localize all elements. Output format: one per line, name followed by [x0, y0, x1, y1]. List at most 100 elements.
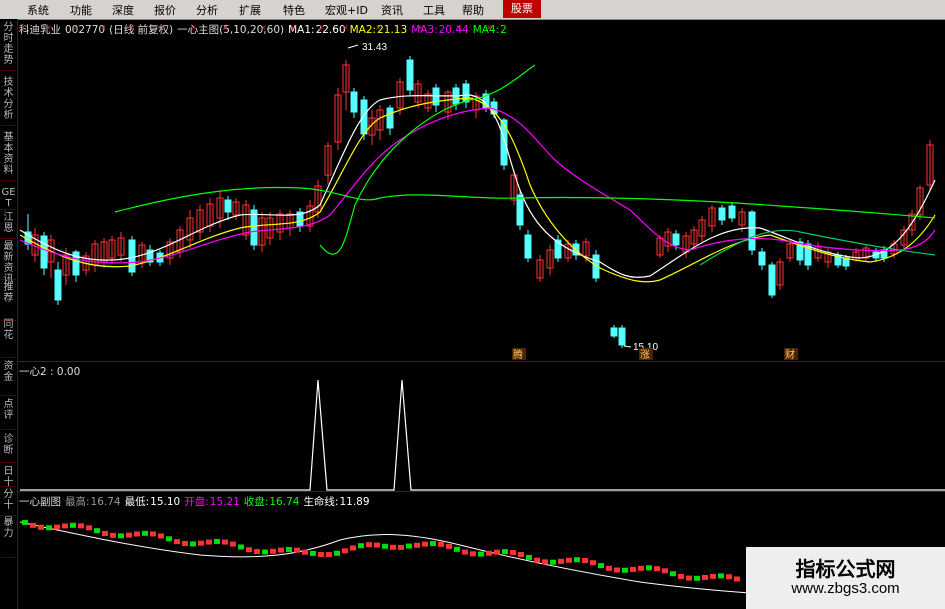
candle-body-37 — [360, 99, 368, 135]
mini-candle-58 — [486, 550, 492, 556]
mini-candle-34 — [294, 547, 300, 553]
mini-candle-78 — [646, 565, 652, 571]
marker-1: × — [45, 23, 52, 32]
mini-candle-12 — [118, 533, 124, 539]
watermark-title: 指标公式网 — [795, 557, 896, 581]
sub2-open-value: 15.21 — [209, 496, 240, 508]
mini-candle-13 — [126, 532, 132, 538]
mini-candle-61 — [510, 549, 516, 555]
mini-candle-26 — [230, 541, 236, 547]
sub1-title: 一心2 : 0.00 — [19, 366, 81, 378]
sub2-high-value: 16.74 — [90, 496, 121, 508]
mini-candle-68 — [566, 557, 572, 563]
mini-candle-6 — [70, 522, 76, 528]
marker-7: × — [222, 23, 229, 32]
candle-body-36 — [350, 91, 358, 113]
mini-candle-14 — [134, 531, 140, 537]
mini-candle-7 — [78, 523, 84, 529]
mini-candle-25 — [222, 539, 228, 545]
mini-candle-41 — [350, 545, 356, 551]
mini-candle-47 — [398, 544, 404, 550]
mini-candle-33 — [286, 547, 292, 553]
panel-divider-1 — [17, 361, 945, 362]
mini-candle-32 — [278, 547, 284, 553]
mini-candle-15 — [142, 530, 148, 536]
candle-body-2 — [40, 235, 48, 269]
mini-candle-64 — [534, 557, 540, 563]
candle-body-42 — [406, 59, 414, 91]
marker-13: × — [417, 23, 424, 32]
sub2-close-label: 收盘: — [243, 496, 269, 508]
mini-candle-19 — [174, 539, 180, 545]
mini-candle-0 — [22, 520, 28, 525]
mini-candle-22 — [198, 540, 204, 546]
chart-canvas: 31.43 15.10 腾 涨 财 — [19, 42, 945, 595]
mini-candle-59 — [494, 549, 500, 555]
event-mark-2: 财 — [785, 348, 795, 361]
marker-10: × — [318, 23, 325, 32]
mini-candle-3 — [46, 525, 52, 531]
ma3-line — [19, 107, 936, 264]
marker-12: × — [375, 23, 382, 32]
mini-candle-60 — [502, 549, 508, 555]
marker-14: × — [455, 23, 462, 32]
candle-body-52 — [500, 119, 508, 166]
mini-candle-77 — [638, 565, 644, 571]
mini-candle-31 — [270, 548, 276, 554]
mini-candle-85 — [702, 574, 708, 580]
marker-9: × — [290, 23, 297, 32]
mini-candle-51 — [430, 541, 436, 547]
mini-candle-43 — [366, 542, 372, 548]
sub2-life-label: 生命线: — [303, 496, 339, 508]
high-price-label: 31.43 — [362, 42, 387, 53]
mini-candle-35 — [302, 549, 308, 555]
mini-candle-76 — [630, 566, 636, 572]
mini-candle-66 — [550, 559, 556, 565]
sub-panel-2-header: 一心副图 最高:16.74 最低:15.10 开盘:15.21 收盘:16.74 生命线:… — [19, 494, 374, 509]
mini-candle-70 — [582, 558, 588, 564]
marker-11: × — [342, 23, 349, 32]
high-price-pointer — [347, 44, 359, 49]
candle-body-76 — [758, 251, 766, 266]
low-price-pointer — [623, 345, 632, 348]
mini-candle-8 — [86, 525, 92, 531]
mini-candle-86 — [710, 573, 716, 579]
candle-body-12 — [128, 239, 136, 273]
mini-candle-36 — [310, 550, 316, 556]
mini-candle-37 — [318, 551, 324, 557]
mini-candle-24 — [214, 538, 220, 544]
mini-candle-39 — [334, 550, 340, 556]
mini-candle-30 — [262, 549, 268, 555]
mini-candle-20 — [182, 540, 188, 546]
candle-body-77 — [768, 264, 776, 296]
marker-4: × — [128, 23, 135, 32]
mini-candle-67 — [558, 558, 564, 564]
mini-candle-63 — [526, 554, 532, 560]
candle-body-25 — [250, 209, 258, 246]
candle-body-72 — [718, 207, 726, 221]
mini-candle-75 — [622, 567, 628, 573]
mini-candle-27 — [238, 544, 244, 550]
candle-body-63 — [610, 327, 618, 337]
mini-candle-52 — [438, 541, 444, 547]
marker-0: × — [19, 23, 26, 32]
chart-period: (日线 前复权) — [109, 24, 174, 36]
watermark-badge: 指标公式网 www.zbgs3.com — [746, 547, 945, 609]
candle-body-67 — [672, 233, 680, 246]
sub2-title: 一心副图 — [19, 496, 61, 508]
marker-2: × — [73, 23, 80, 32]
mini-candle-17 — [158, 533, 164, 539]
mini-candle-81 — [670, 571, 676, 577]
marker-8: × — [260, 23, 267, 32]
sub2-open-label: 开盘: — [184, 496, 209, 508]
signal-spike-line — [20, 379, 945, 491]
candle-body-48 — [462, 83, 470, 103]
mini-candle-87 — [718, 573, 724, 579]
mini-candle-18 — [166, 536, 172, 542]
mini-candle-49 — [414, 542, 420, 548]
mini-candle-21 — [190, 541, 196, 547]
mini-candle-50 — [422, 541, 428, 547]
candle-body-4 — [54, 269, 62, 301]
mini-candle-89 — [734, 576, 740, 582]
sub2-low-value: 15.10 — [150, 496, 181, 508]
